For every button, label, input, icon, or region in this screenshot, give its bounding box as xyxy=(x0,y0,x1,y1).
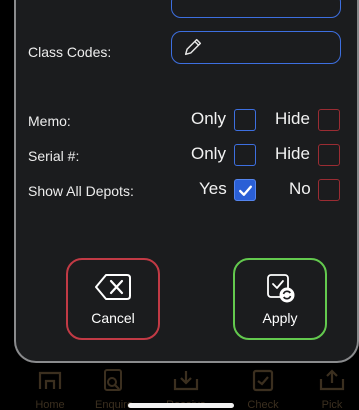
depots-label: Show All Depots: xyxy=(28,183,134,199)
enquire-icon xyxy=(104,369,122,391)
tab-check-label: Check xyxy=(247,399,279,410)
serial-hide-text: Hide xyxy=(275,144,310,163)
check-icon xyxy=(252,369,274,392)
apply-refresh-icon xyxy=(267,274,295,303)
serial-only-checkbox[interactable] xyxy=(234,144,256,166)
checkmark-icon xyxy=(239,185,252,196)
receive-icon xyxy=(173,371,199,391)
memo-label: Memo: xyxy=(28,113,71,129)
serial-hide-checkbox[interactable] xyxy=(318,144,340,166)
memo-hide-text: Hide xyxy=(275,109,310,128)
home-icon xyxy=(38,371,62,389)
pick-icon xyxy=(319,369,345,391)
tab-pick[interactable]: Pick xyxy=(302,363,359,410)
depots-yes-checkbox[interactable] xyxy=(234,179,256,201)
backspace-icon xyxy=(95,274,131,300)
depots-yes-text: Yes xyxy=(199,179,227,198)
class-codes-label: Class Codes: xyxy=(28,44,112,60)
memo-hide-checkbox[interactable] xyxy=(318,109,340,131)
depots-no-text: No xyxy=(289,179,311,198)
cancel-label: Cancel xyxy=(91,310,135,326)
apply-button[interactable]: Apply xyxy=(233,258,327,340)
memo-only-text: Only xyxy=(191,109,226,128)
filter-sheet: Class Codes: Memo: Only Hide Serial #: O… xyxy=(14,0,359,363)
depots-no-checkbox[interactable] xyxy=(318,179,340,201)
home-indicator xyxy=(128,403,234,408)
serial-label: Serial #: xyxy=(28,148,80,164)
tab-home[interactable]: Home xyxy=(20,363,80,410)
tab-pick-label: Pick xyxy=(321,399,343,410)
pencil-icon xyxy=(184,38,202,56)
class-codes-input[interactable] xyxy=(171,31,341,64)
memo-only-checkbox[interactable] xyxy=(234,109,256,131)
top-input-field[interactable] xyxy=(171,0,341,18)
apply-label: Apply xyxy=(262,310,298,326)
tab-check[interactable]: Check xyxy=(233,363,293,410)
cancel-button[interactable]: Cancel xyxy=(66,258,160,340)
tab-home-label: Home xyxy=(35,399,65,410)
serial-only-text: Only xyxy=(191,144,226,163)
